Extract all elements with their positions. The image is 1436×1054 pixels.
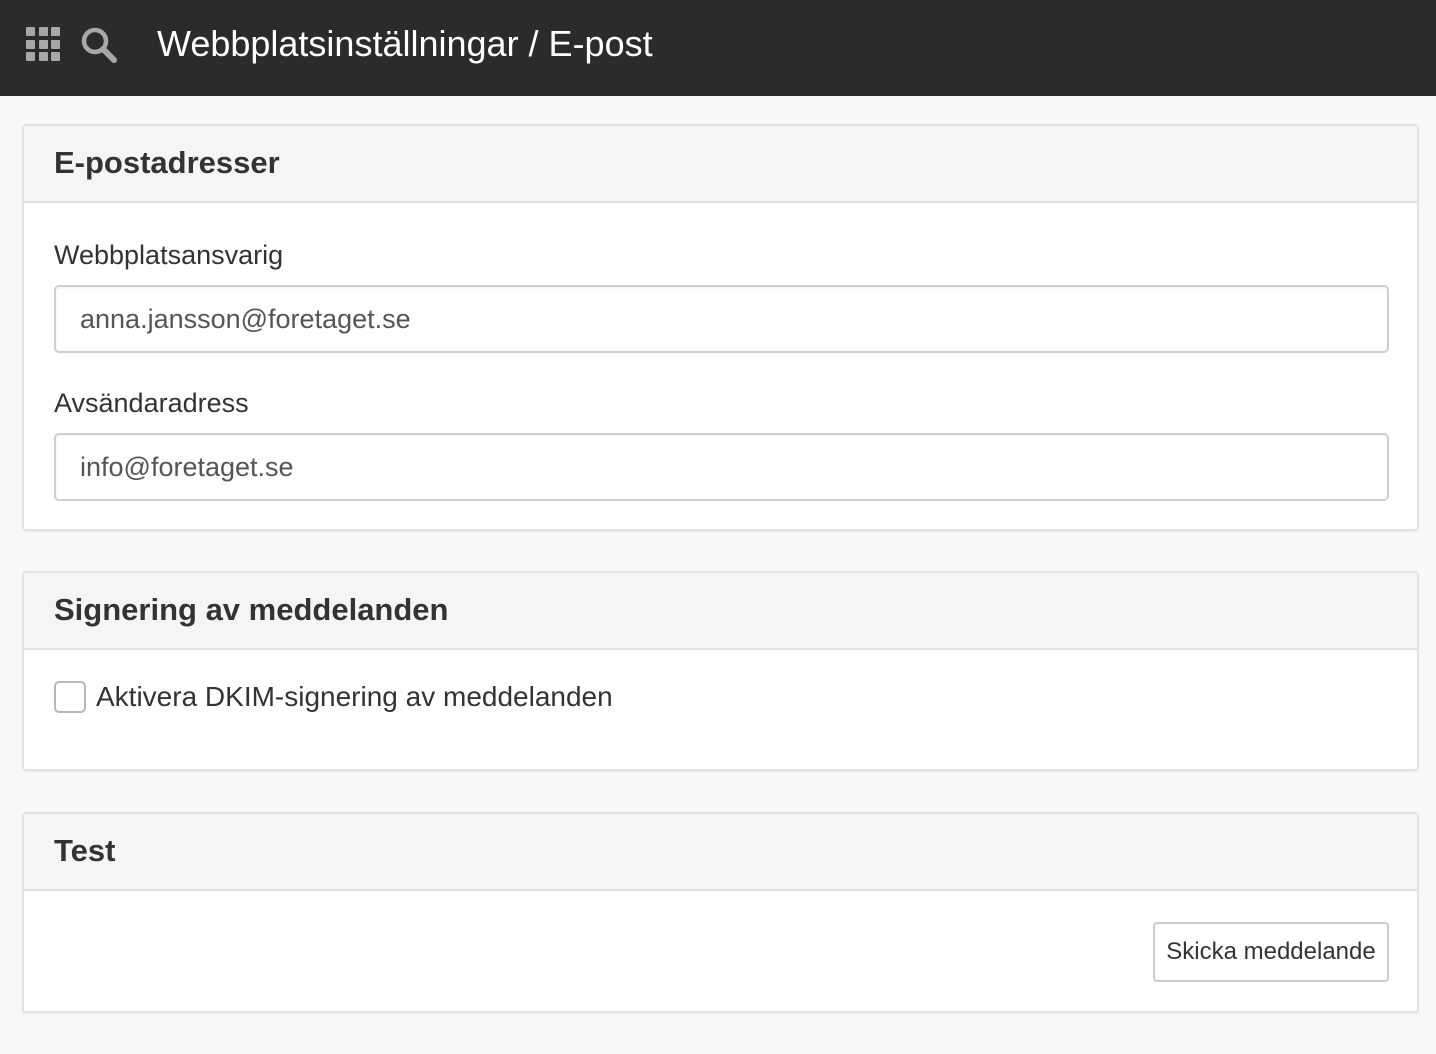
sender-address-input[interactable]	[54, 433, 1389, 501]
apps-grid-icon[interactable]	[26, 27, 60, 61]
test-panel: Test Skicka meddelande	[22, 812, 1419, 1013]
test-heading: Test	[54, 832, 116, 868]
email-addresses-heading: E-postadresser	[54, 144, 280, 180]
panel-heading: E-postadresser	[24, 126, 1417, 203]
dkim-checkbox[interactable]	[54, 681, 86, 713]
top-bar: Webbplatsinställningar / E-post	[0, 0, 1436, 96]
site-admin-label: Webbplatsansvarig	[54, 240, 284, 270]
message-signing-panel: Signering av meddelanden Aktivera DKIM-s…	[22, 571, 1419, 771]
panel-heading: Test	[24, 814, 1417, 891]
search-icon[interactable]	[80, 26, 118, 64]
message-signing-heading: Signering av meddelanden	[54, 591, 449, 627]
panel-heading: Signering av meddelanden	[24, 573, 1417, 650]
site-admin-email-input[interactable]	[54, 285, 1389, 353]
send-message-button[interactable]: Skicka meddelande	[1153, 922, 1389, 982]
dkim-checkbox-label[interactable]: Aktivera DKIM-signering av meddelanden	[96, 680, 613, 714]
sender-address-label: Avsändaradress	[54, 388, 249, 418]
page-title: Webbplatsinställningar / E-post	[157, 23, 653, 64]
email-addresses-panel: E-postadresser Webbplatsansvarig Avsända…	[22, 124, 1419, 531]
